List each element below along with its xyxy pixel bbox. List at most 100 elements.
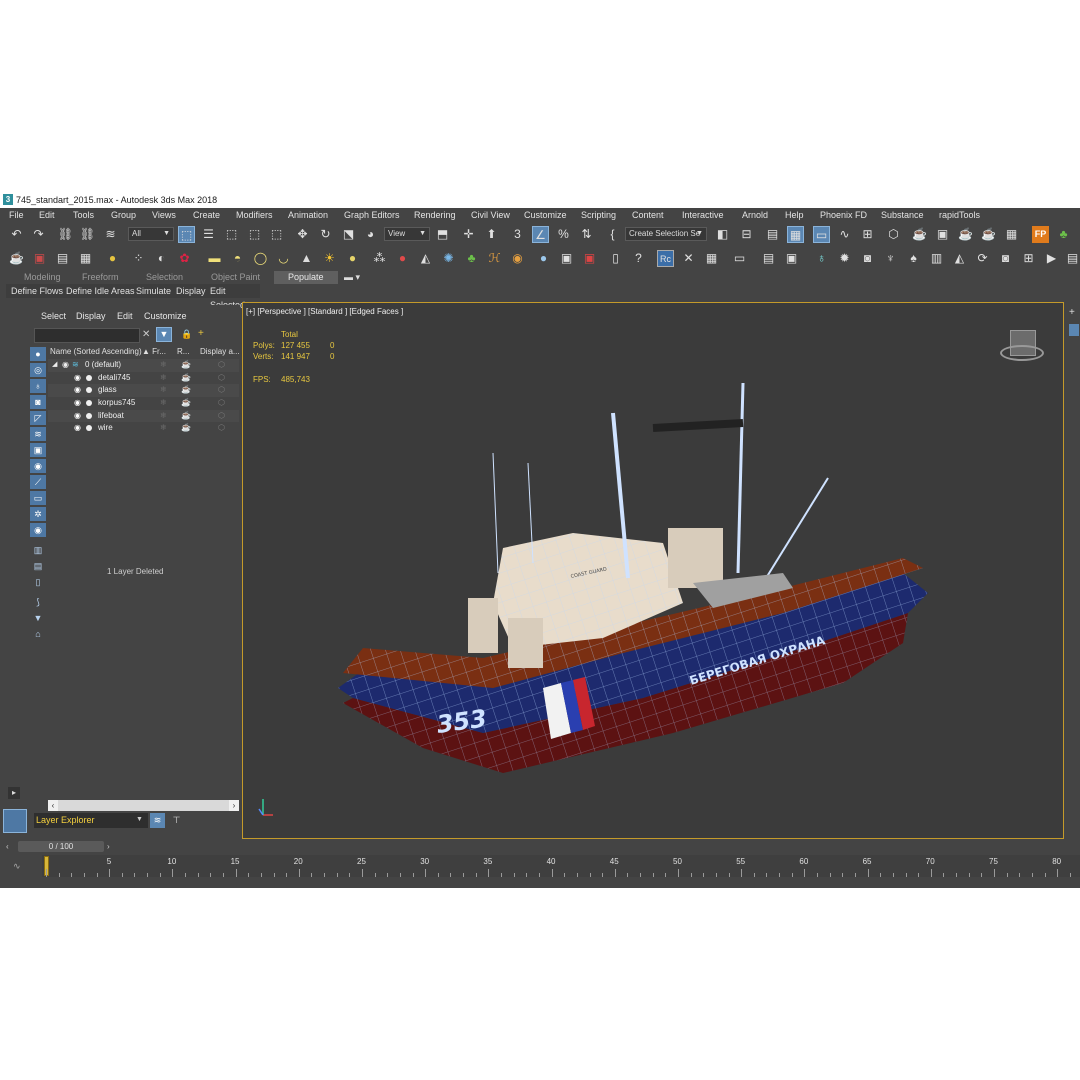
column-render[interactable]: R... [177,346,189,358]
render-elements-icon[interactable]: ▣ [581,250,598,267]
clear-search-icon[interactable]: ✕ [142,329,150,340]
hierarchy-mode-icon[interactable]: ⊤ [169,813,184,828]
menu-rendering[interactable]: Rendering [414,208,456,223]
layer-row[interactable]: ◉ glass ❄ ☕ ⬡ [48,384,239,398]
dots-icon[interactable]: ⁘ [130,250,147,267]
layer-row[interactable]: ◉ detali745 ❄ ☕ ⬡ [48,372,239,385]
display-cube-icon[interactable]: ⬡ [218,384,225,396]
display-hidden-icon[interactable]: ◉ [30,523,46,537]
render-teapot-icon[interactable]: ☕ [181,384,191,396]
freeze-icon[interactable]: ❄ [160,359,167,371]
angle-snap-icon[interactable]: ∠ [532,226,549,243]
menu-content[interactable]: Content [632,208,664,223]
explorer-type-dropdown[interactable]: Layer Explorer [34,813,148,828]
frame-buffer-icon[interactable]: ▯ [607,250,624,267]
menu-create[interactable]: Create [193,208,220,223]
explorer-menu-select[interactable]: Select [41,311,66,321]
render-production-icon[interactable]: ☕ [957,226,974,243]
explorer-menu-customize[interactable]: Customize [144,311,187,321]
forest-icon[interactable]: ◭ [417,250,434,267]
rect-region-icon[interactable]: ⬚ [223,226,240,243]
scroll-left-icon[interactable]: ‹ [48,800,58,811]
rotate-icon[interactable]: ↻ [317,226,334,243]
render-teapot-icon[interactable]: ☕ [181,410,191,422]
select-by-name-icon[interactable]: ☰ [200,226,217,243]
reference-coord-dropdown[interactable]: View ▼ [384,227,430,241]
display-lights-icon[interactable]: ♁ [30,379,46,393]
filter-icon[interactable]: ▼ [156,327,172,342]
redo-icon[interactable]: ↷ [30,226,47,243]
sun-icon[interactable]: ☀ [321,250,338,267]
layer-row[interactable]: ◢ ◉ ≋ 0 (default) ❄ ☕ ⬡ [48,359,239,372]
bind-spacewarp-icon[interactable]: ≋ [102,226,119,243]
bowl-icon[interactable]: ◡ [275,250,292,267]
scroll-right-icon[interactable]: › [229,800,239,811]
pivot-center-icon[interactable]: ⬒ [434,226,451,243]
placement-icon[interactable]: ◕ [362,226,379,243]
freeze-icon[interactable]: ❄ [160,410,167,422]
define-idle-areas-button[interactable]: Define Idle Areas [66,284,135,298]
menu-help[interactable]: Help [785,208,804,223]
tripod-icon[interactable]: ♆ [882,250,899,267]
maxscript-listener-icon[interactable] [3,809,27,833]
render-setup-icon[interactable]: ☕ [911,226,928,243]
viewport-capture-icon[interactable]: ◙ [997,250,1014,267]
menu-customize[interactable]: Customize [524,208,567,223]
explorer-settings-icon[interactable]: ⌂ [30,627,46,641]
menu-edit[interactable]: Edit [39,208,55,223]
menu-scripting[interactable]: Scripting [581,208,616,223]
column-frozen[interactable]: ▲ Fr... [142,346,166,358]
menu-animation[interactable]: Animation [288,208,328,223]
perspective-viewport[interactable]: [+] [Perspective ] [Standard ] [Edged Fa… [242,302,1064,839]
display-containers-icon[interactable]: ▭ [30,491,46,505]
batch-icon[interactable]: ▤ [1064,250,1080,267]
layer-row[interactable]: ◉ korpus745 ❄ ☕ ⬡ [48,397,239,410]
globe-icon[interactable]: ✺ [440,250,457,267]
display-xrefs-icon[interactable]: ◉ [30,459,46,473]
trackbar[interactable]: 5 10 15 20 25 30 35 40 45 50 55 60 65 70 75 80 [42,855,1080,877]
render-activeshade-icon[interactable]: ▦ [1003,226,1020,243]
material-editor-icon[interactable]: ⬡ [885,226,902,243]
people-icon[interactable]: ▣ [783,250,800,267]
ribbon-toggle-icon[interactable]: ▭ [813,226,830,243]
select-manipulate-axis-icon[interactable]: ✛ [460,226,477,243]
sampler-icon[interactable]: ▣ [558,250,575,267]
render-teapot-icon[interactable]: ☕ [181,359,191,371]
display-spacewarps-icon[interactable]: ≋ [30,427,46,441]
display-frozen-icon[interactable]: ▥ [30,543,46,557]
display-helpers-icon[interactable]: ◸ [30,411,46,425]
render-iterative-icon[interactable]: ☕ [980,226,997,243]
unlink-icon[interactable]: ⛓ [79,226,96,243]
column-display[interactable]: Display a... [200,346,240,358]
expand-panel-icon[interactable]: ▸ [8,787,20,799]
wrench-icon[interactable]: ✕ [680,250,697,267]
tab-object-paint[interactable]: Object Paint [211,271,260,284]
percent-snap-icon[interactable]: % [555,226,572,243]
grid-icon[interactable]: ▦ [77,250,94,267]
menu-rapidtools[interactable]: rapidTools [939,208,980,223]
hair-icon[interactable]: ℋ [486,250,503,267]
render-frame-icon[interactable]: ▣ [31,250,48,267]
snaps-toggle-icon[interactable]: 3 [509,226,526,243]
lock-icon[interactable]: 🔒 [181,329,192,340]
freeze-icon[interactable]: ❄ [160,384,167,396]
visibility-eye-icon[interactable]: ◉ [74,410,81,422]
curve-editor-mini-icon[interactable]: ∿ [13,861,21,872]
selection-filter-dropdown[interactable]: All ▼ [128,227,174,241]
visibility-eye-icon[interactable]: ◉ [74,397,81,409]
filter-toggle-icon[interactable]: ▼ [30,611,46,625]
undo-icon[interactable]: ↶ [8,226,25,243]
select-object-icon[interactable]: ⬚ [178,226,195,243]
tab-modeling[interactable]: Modeling [24,271,61,284]
particles-icon[interactable]: ✿ [176,250,193,267]
menu-interactive[interactable]: Interactive [682,208,724,223]
display-cube-icon[interactable]: ⬡ [218,410,225,422]
simulate-button[interactable]: Simulate [136,284,171,298]
trees-icon[interactable]: ♠ [905,250,922,267]
time-slider[interactable]: 0 / 100 [18,841,104,852]
dome-icon[interactable]: ◓ [229,250,246,267]
display-shapes-icon[interactable]: ◎ [30,363,46,377]
scale-icon[interactable]: ⬔ [340,226,357,243]
layer-row[interactable]: ◉ wire ❄ ☕ ⬡ [48,422,239,435]
material-sphere-icon[interactable]: ● [535,250,552,267]
